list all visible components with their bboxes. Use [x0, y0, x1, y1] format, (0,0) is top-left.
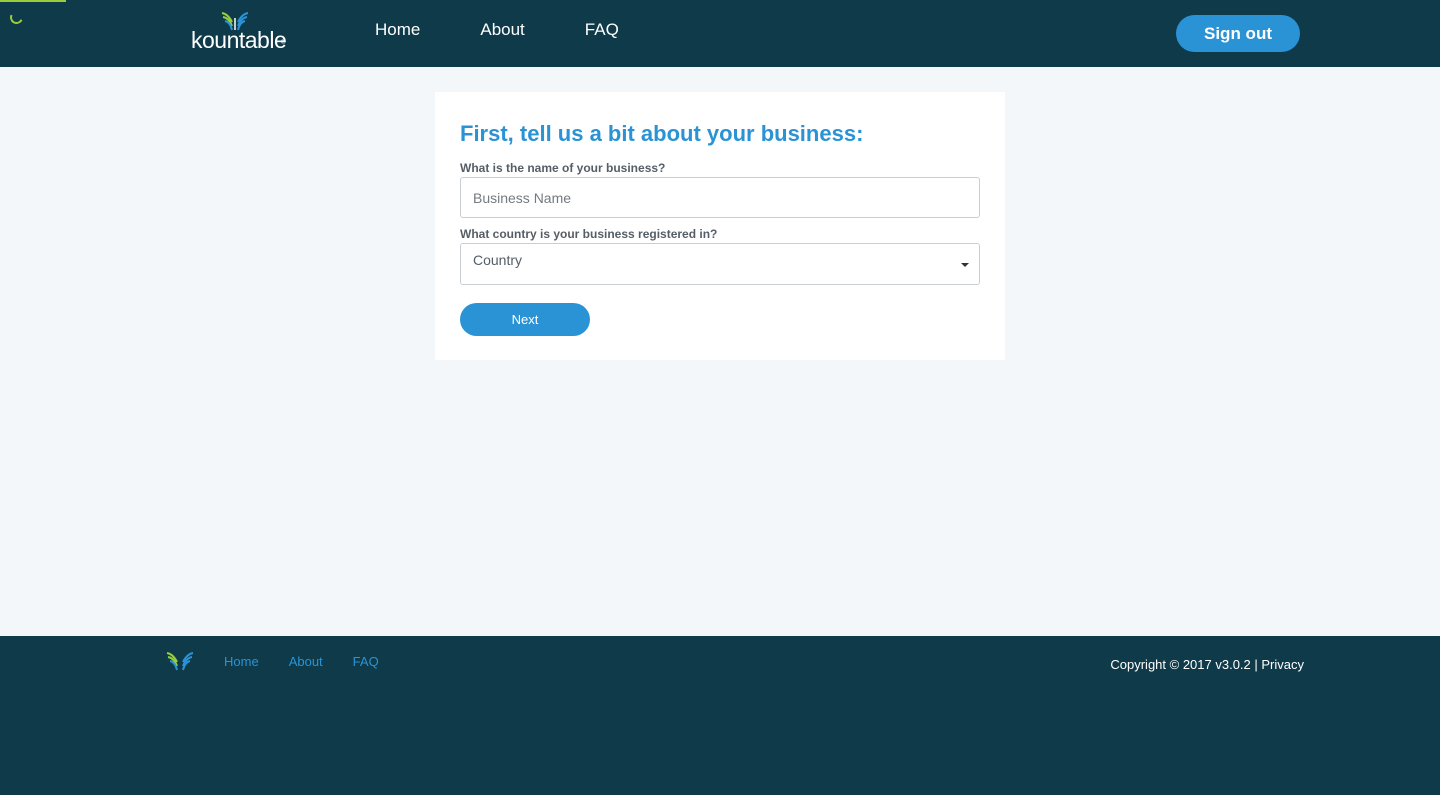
country-label: What country is your business registered… — [460, 227, 718, 241]
country-select[interactable]: Country — [460, 243, 980, 285]
logo-text: kountable — [191, 27, 287, 53]
footer-home-link[interactable]: Home — [224, 654, 259, 669]
page-footer: Home About FAQ Copyright © 2017 v3.0.2 |… — [0, 636, 1440, 795]
footer-nav: Home About FAQ — [224, 654, 409, 669]
nav-faq-link[interactable]: FAQ — [585, 19, 619, 41]
top-header: kountable ® Home About FAQ Sign out — [0, 0, 1440, 67]
sign-out-button[interactable]: Sign out — [1176, 15, 1300, 52]
caret-down-icon — [961, 263, 969, 267]
business-info-card: First, tell us a bit about your business… — [435, 92, 1005, 360]
country-select-value: Country — [473, 252, 523, 268]
next-button[interactable]: Next — [460, 303, 590, 336]
copyright-label: Copyright © 2017 v3.0.2 | — [1110, 657, 1258, 672]
nav-about-link[interactable]: About — [480, 19, 524, 41]
footer-faq-link[interactable]: FAQ — [353, 654, 379, 669]
main-nav: Home About FAQ — [375, 19, 679, 41]
kountable-mark-icon[interactable] — [165, 650, 195, 672]
loading-progress-bar — [0, 0, 67, 2]
form-title: First, tell us a bit about your business… — [460, 121, 864, 146]
footer-about-link[interactable]: About — [289, 654, 323, 669]
business-name-input[interactable] — [460, 177, 980, 218]
copyright-text: Copyright © 2017 v3.0.2 | Privacy — [1110, 657, 1304, 672]
logo-trademark: ® — [281, 40, 286, 46]
business-name-label: What is the name of your business? — [460, 161, 666, 175]
loading-spinner-icon — [8, 9, 25, 26]
privacy-link[interactable]: Privacy — [1261, 657, 1304, 672]
kountable-logo[interactable]: kountable ® — [190, 10, 290, 53]
nav-home-link[interactable]: Home — [375, 19, 420, 41]
